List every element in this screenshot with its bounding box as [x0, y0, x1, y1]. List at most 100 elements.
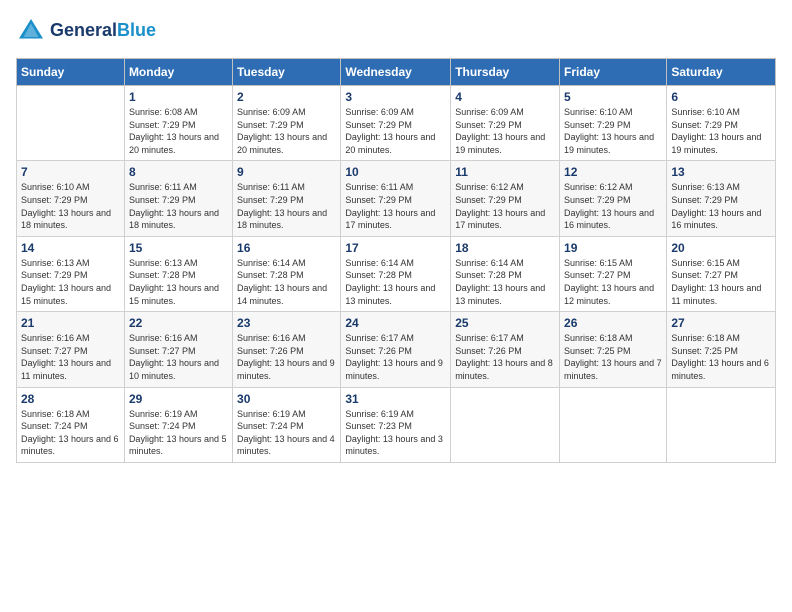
day-info: Sunrise: 6:09 AMSunset: 7:29 PMDaylight:… — [455, 106, 555, 156]
day-number: 23 — [237, 316, 336, 330]
day-number: 17 — [345, 241, 446, 255]
day-number: 28 — [21, 392, 120, 406]
day-number: 5 — [564, 90, 662, 104]
calendar-cell: 17 Sunrise: 6:14 AMSunset: 7:28 PMDayligh… — [341, 236, 451, 311]
day-number: 14 — [21, 241, 120, 255]
day-info: Sunrise: 6:11 AMSunset: 7:29 PMDaylight:… — [237, 181, 336, 231]
day-info: Sunrise: 6:10 AMSunset: 7:29 PMDaylight:… — [21, 181, 120, 231]
day-info: Sunrise: 6:12 AMSunset: 7:29 PMDaylight:… — [455, 181, 555, 231]
day-info: Sunrise: 6:13 AMSunset: 7:28 PMDaylight:… — [129, 257, 228, 307]
day-info: Sunrise: 6:18 AMSunset: 7:25 PMDaylight:… — [671, 332, 771, 382]
day-info: Sunrise: 6:10 AMSunset: 7:29 PMDaylight:… — [671, 106, 771, 156]
day-number: 29 — [129, 392, 228, 406]
calendar-cell: 18 Sunrise: 6:14 AMSunset: 7:28 PMDayligh… — [451, 236, 560, 311]
day-number: 18 — [455, 241, 555, 255]
day-info: Sunrise: 6:18 AMSunset: 7:25 PMDaylight:… — [564, 332, 662, 382]
day-number: 1 — [129, 90, 228, 104]
logo-text: GeneralBlue — [50, 21, 156, 41]
calendar-cell: 16 Sunrise: 6:14 AMSunset: 7:28 PMDayligh… — [233, 236, 341, 311]
day-number: 4 — [455, 90, 555, 104]
day-info: Sunrise: 6:15 AMSunset: 7:27 PMDaylight:… — [671, 257, 771, 307]
day-header-monday: Monday — [124, 59, 232, 86]
day-info: Sunrise: 6:17 AMSunset: 7:26 PMDaylight:… — [345, 332, 446, 382]
day-number: 27 — [671, 316, 771, 330]
calendar-cell: 13 Sunrise: 6:13 AMSunset: 7:29 PMDayligh… — [667, 161, 776, 236]
calendar-cell: 19 Sunrise: 6:15 AMSunset: 7:27 PMDayligh… — [560, 236, 667, 311]
day-info: Sunrise: 6:18 AMSunset: 7:24 PMDaylight:… — [21, 408, 120, 458]
day-number: 31 — [345, 392, 446, 406]
day-number: 19 — [564, 241, 662, 255]
logo: GeneralBlue — [16, 16, 156, 46]
day-header-saturday: Saturday — [667, 59, 776, 86]
day-number: 22 — [129, 316, 228, 330]
calendar-cell: 12Sunrise: 6:12 AMSunset: 7:29 PMDayligh… — [560, 161, 667, 236]
day-number: 13 — [671, 165, 771, 179]
day-header-tuesday: Tuesday — [233, 59, 341, 86]
day-info: Sunrise: 6:11 AMSunset: 7:29 PMDaylight:… — [129, 181, 228, 231]
calendar-week-0: 1 Sunrise: 6:08 AMSunset: 7:29 PMDaylight… — [17, 86, 776, 161]
day-number: 24 — [345, 316, 446, 330]
calendar-cell: 1 Sunrise: 6:08 AMSunset: 7:29 PMDaylight… — [124, 86, 232, 161]
calendar-cell: 30 Sunrise: 6:19 AMSunset: 7:24 PMDayligh… — [233, 387, 341, 462]
calendar-week-1: 7 Sunrise: 6:10 AMSunset: 7:29 PMDaylight… — [17, 161, 776, 236]
day-number: 9 — [237, 165, 336, 179]
day-header-thursday: Thursday — [451, 59, 560, 86]
calendar-cell: 6 Sunrise: 6:10 AMSunset: 7:29 PMDaylight… — [667, 86, 776, 161]
calendar-cell: 3Sunrise: 6:09 AMSunset: 7:29 PMDaylight… — [341, 86, 451, 161]
day-number: 30 — [237, 392, 336, 406]
calendar-cell: 25 Sunrise: 6:17 AMSunset: 7:26 PMDayligh… — [451, 312, 560, 387]
calendar-cell: 7 Sunrise: 6:10 AMSunset: 7:29 PMDaylight… — [17, 161, 125, 236]
calendar-cell: 4 Sunrise: 6:09 AMSunset: 7:29 PMDaylight… — [451, 86, 560, 161]
day-info: Sunrise: 6:14 AMSunset: 7:28 PMDaylight:… — [345, 257, 446, 307]
calendar-cell: 24 Sunrise: 6:17 AMSunset: 7:26 PMDayligh… — [341, 312, 451, 387]
day-info: Sunrise: 6:11 AMSunset: 7:29 PMDaylight:… — [345, 181, 446, 231]
day-number: 25 — [455, 316, 555, 330]
day-info: Sunrise: 6:15 AMSunset: 7:27 PMDaylight:… — [564, 257, 662, 307]
day-number: 8 — [129, 165, 228, 179]
day-info: Sunrise: 6:17 AMSunset: 7:26 PMDaylight:… — [455, 332, 555, 382]
calendar-cell: 22 Sunrise: 6:16 AMSunset: 7:27 PMDayligh… — [124, 312, 232, 387]
day-info: Sunrise: 6:13 AMSunset: 7:29 PMDaylight:… — [671, 181, 771, 231]
day-header-wednesday: Wednesday — [341, 59, 451, 86]
day-number: 11 — [455, 165, 555, 179]
day-info: Sunrise: 6:19 AMSunset: 7:23 PMDaylight:… — [345, 408, 446, 458]
day-number: 3 — [345, 90, 446, 104]
calendar-cell: 9 Sunrise: 6:11 AMSunset: 7:29 PMDaylight… — [233, 161, 341, 236]
day-number: 7 — [21, 165, 120, 179]
calendar-cell: 15Sunrise: 6:13 AMSunset: 7:28 PMDayligh… — [124, 236, 232, 311]
day-info: Sunrise: 6:14 AMSunset: 7:28 PMDaylight:… — [237, 257, 336, 307]
day-number: 20 — [671, 241, 771, 255]
day-number: 12 — [564, 165, 662, 179]
day-info: Sunrise: 6:14 AMSunset: 7:28 PMDaylight:… — [455, 257, 555, 307]
day-number: 2 — [237, 90, 336, 104]
calendar-cell: 26Sunrise: 6:18 AMSunset: 7:25 PMDayligh… — [560, 312, 667, 387]
page-header: GeneralBlue — [16, 16, 776, 46]
day-number: 16 — [237, 241, 336, 255]
day-info: Sunrise: 6:08 AMSunset: 7:29 PMDaylight:… — [129, 106, 228, 156]
day-info: Sunrise: 6:10 AMSunset: 7:29 PMDaylight:… — [564, 106, 662, 156]
calendar-cell — [451, 387, 560, 462]
calendar-table: SundayMondayTuesdayWednesdayThursdayFrid… — [16, 58, 776, 463]
day-info: Sunrise: 6:13 AMSunset: 7:29 PMDaylight:… — [21, 257, 120, 307]
days-header-row: SundayMondayTuesdayWednesdayThursdayFrid… — [17, 59, 776, 86]
day-info: Sunrise: 6:19 AMSunset: 7:24 PMDaylight:… — [237, 408, 336, 458]
day-info: Sunrise: 6:19 AMSunset: 7:24 PMDaylight:… — [129, 408, 228, 458]
calendar-cell: 29 Sunrise: 6:19 AMSunset: 7:24 PMDayligh… — [124, 387, 232, 462]
logo-icon — [16, 16, 46, 46]
calendar-cell: 14 Sunrise: 6:13 AMSunset: 7:29 PMDayligh… — [17, 236, 125, 311]
day-number: 6 — [671, 90, 771, 104]
calendar-cell: 23 Sunrise: 6:16 AMSunset: 7:26 PMDayligh… — [233, 312, 341, 387]
day-header-sunday: Sunday — [17, 59, 125, 86]
calendar-cell — [667, 387, 776, 462]
day-info: Sunrise: 6:16 AMSunset: 7:27 PMDaylight:… — [129, 332, 228, 382]
calendar-cell: 2Sunrise: 6:09 AMSunset: 7:29 PMDaylight… — [233, 86, 341, 161]
day-info: Sunrise: 6:16 AMSunset: 7:27 PMDaylight:… — [21, 332, 120, 382]
day-number: 21 — [21, 316, 120, 330]
calendar-cell: 5 Sunrise: 6:10 AMSunset: 7:29 PMDaylight… — [560, 86, 667, 161]
calendar-cell — [17, 86, 125, 161]
calendar-cell: 20 Sunrise: 6:15 AMSunset: 7:27 PMDayligh… — [667, 236, 776, 311]
calendar-cell: 21 Sunrise: 6:16 AMSunset: 7:27 PMDayligh… — [17, 312, 125, 387]
day-info: Sunrise: 6:16 AMSunset: 7:26 PMDaylight:… — [237, 332, 336, 382]
calendar-cell — [560, 387, 667, 462]
calendar-cell: 28 Sunrise: 6:18 AMSunset: 7:24 PMDayligh… — [17, 387, 125, 462]
